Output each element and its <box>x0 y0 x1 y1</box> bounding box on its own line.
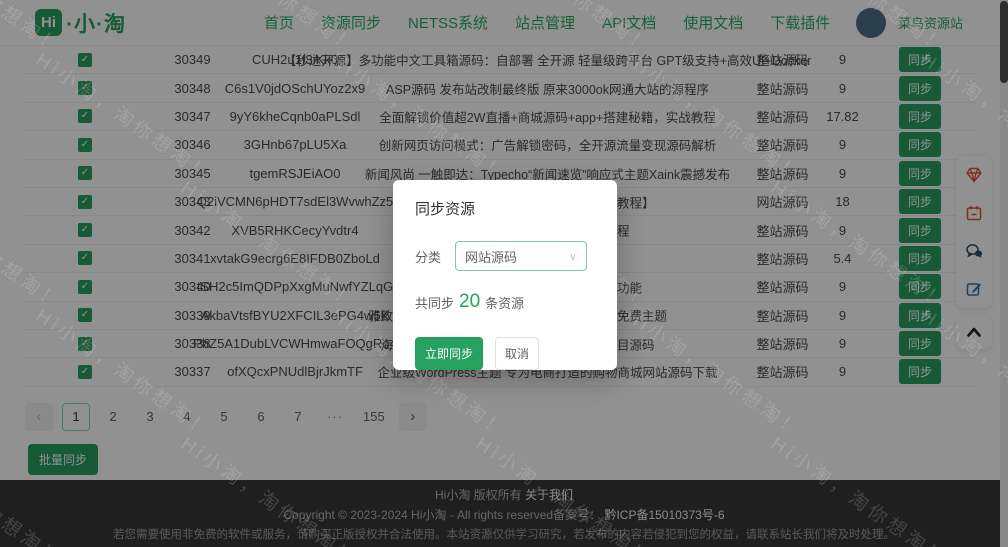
cancel-button[interactable]: 取消 <box>495 337 539 370</box>
category-select[interactable]: 网站源码 ∨ <box>455 241 587 271</box>
sync-summary: 共同步 20 条资源 <box>415 291 595 313</box>
summary-suffix: 条资源 <box>485 293 524 312</box>
confirm-sync-button[interactable]: 立即同步 <box>415 337 483 370</box>
category-selected-value: 网站源码 <box>465 247 517 266</box>
summary-prefix: 共同步 <box>415 293 454 312</box>
modal-title: 同步资源 <box>415 198 595 219</box>
category-label: 分类 <box>415 247 441 266</box>
category-form-row: 分类 网站源码 ∨ <box>415 241 595 271</box>
sync-resource-modal: 同步资源 分类 网站源码 ∨ 共同步 20 条资源 立即同步 取消 <box>393 180 617 370</box>
summary-count: 20 <box>459 291 480 313</box>
chevron-down-icon: ∨ <box>569 250 577 263</box>
modal-actions: 立即同步 取消 <box>415 337 595 370</box>
